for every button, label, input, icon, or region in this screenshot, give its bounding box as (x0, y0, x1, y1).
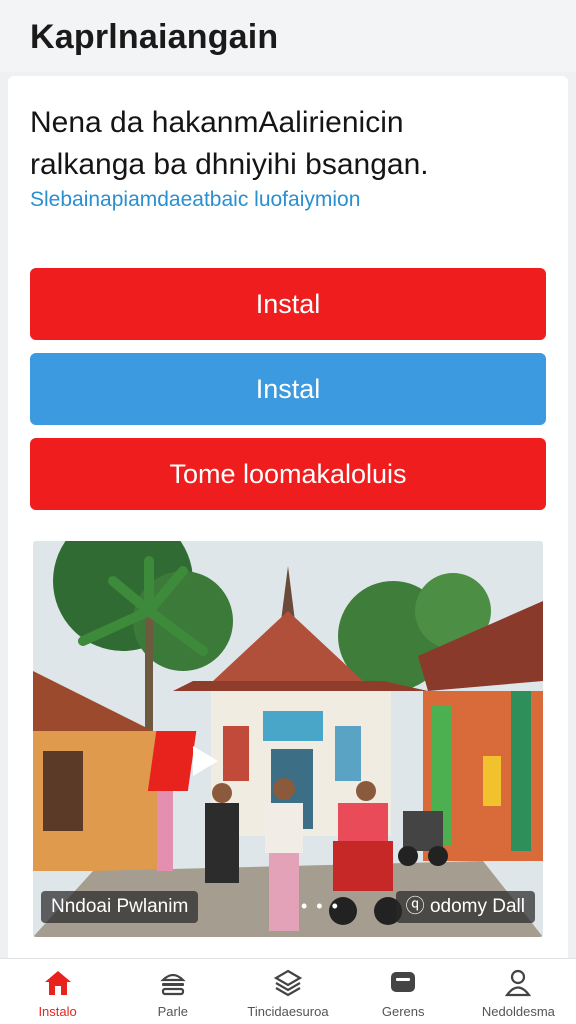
app-screen: Kaprlnaiangain Nena da hakanmAalirienici… (0, 0, 576, 1024)
heading-line-1: Nena da hakanmAalirienicin (30, 106, 404, 139)
nav-item-instalo[interactable]: Instalo (0, 959, 115, 1024)
video-progress-dots: • • • (301, 896, 340, 916)
video-caption-right[interactable]: ⓠ odomy Dall (395, 891, 535, 923)
street-scene-illustration (33, 541, 543, 937)
play-badge (147, 731, 197, 791)
burger-icon (160, 973, 186, 996)
nav-label-instalo: Instalo (38, 1004, 77, 1019)
person-icon (505, 969, 532, 997)
info-link[interactable]: Slebainapiamdaeatbaic luofaiymion (30, 188, 360, 212)
nav-item-gerens[interactable]: Gerens (346, 959, 461, 1024)
nav-label-gerens: Gerens (381, 1004, 425, 1019)
chat-icon (391, 972, 416, 992)
nav-item-tincidaesuroa[interactable]: Tincidaesuroa (230, 959, 345, 1024)
app-title: Kaprlnaiangain (30, 18, 279, 56)
tome-button[interactable]: Tome loomakaloluis (30, 438, 546, 510)
top-app-bar: Kaprlnaiangain (0, 0, 576, 72)
nav-label-parle: Parle (157, 1004, 188, 1019)
install-button-secondary[interactable]: Instal (30, 353, 546, 425)
video-caption-left: Nndoai Pwlanim (41, 891, 199, 923)
nav-label-nedoldesma: Nedoldesma (481, 1004, 555, 1019)
layers-icon (273, 969, 303, 997)
page-heading: Nena da hakanmAalirienicin ralkanga ba d… (30, 102, 550, 186)
nav-item-nedoldesma[interactable]: Nedoldesma (461, 959, 576, 1024)
content-card: Nena da hakanmAalirienicin ralkanga ba d… (8, 76, 568, 1024)
home-icon (44, 971, 71, 995)
install-button-primary[interactable]: Instal (30, 268, 546, 340)
nav-item-parle[interactable]: Parle (115, 959, 230, 1024)
nav-label-tincidaesuroa: Tincidaesuroa (247, 1004, 329, 1019)
bottom-navigation: Instalo Parle Tincidaesuroa Gerens Nedol… (0, 958, 576, 1024)
heading-line-2: ralkanga ba dhniyihi bsangan. (30, 148, 429, 181)
video-thumbnail[interactable]: Nndoai Pwlanim • • • ⓠ odomy Dall (33, 541, 543, 937)
